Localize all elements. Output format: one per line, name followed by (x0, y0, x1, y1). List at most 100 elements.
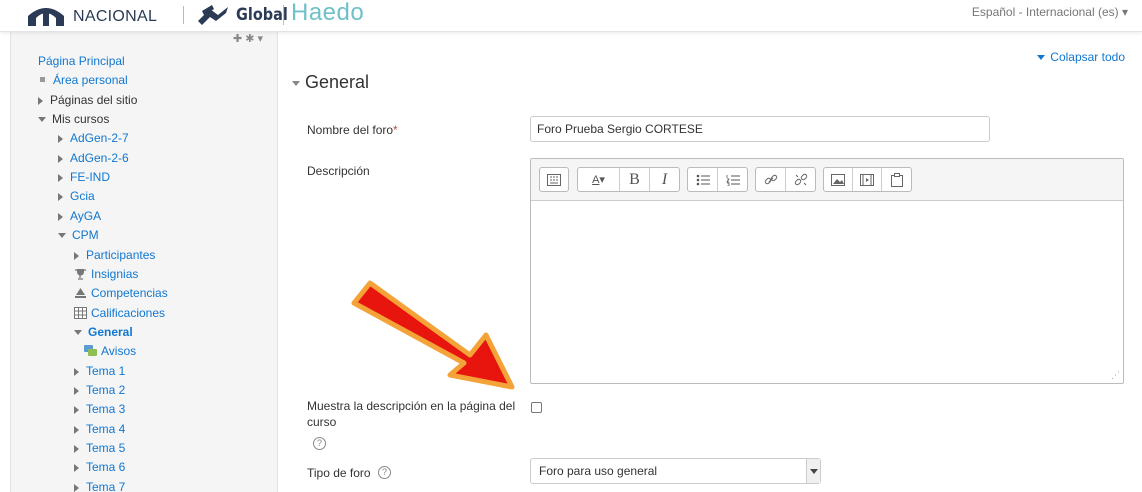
block-controls-icon[interactable]: ✚ ✱ ▾ (233, 32, 263, 45)
show-description-checkbox[interactable] (531, 402, 542, 413)
unlink-icon (794, 173, 807, 185)
chevron-right-icon (74, 425, 79, 434)
sidebar-item-label: Tema 6 (86, 460, 126, 474)
forum-name-input[interactable]: Foro Prueba Sergio CORTESE (530, 116, 990, 142)
chevron-down-icon (1037, 55, 1046, 61)
media-button[interactable] (853, 168, 882, 191)
chevron-right-icon (74, 386, 79, 395)
sidebar-item-calificaciones[interactable]: Calificaciones (74, 304, 165, 322)
sidebar-item-label: Avisos (101, 344, 137, 358)
sidebar-item-cpm[interactable]: CPM (58, 226, 99, 244)
chevron-right-icon (74, 444, 79, 453)
sidebar-item-participantes[interactable]: Participantes (74, 246, 155, 264)
brand-name: NACIONAL (73, 8, 158, 25)
sidebar-item-label: AdGen-2-7 (70, 131, 129, 145)
chevron-down-icon (38, 117, 46, 123)
chevron-right-icon (58, 173, 63, 182)
sidebar-item-mis-cursos[interactable]: Mis cursos (38, 110, 109, 128)
sidebar-item-label: Competencias (91, 286, 168, 300)
manage-files-button[interactable] (882, 168, 911, 191)
toolbar-toggle-button[interactable] (540, 168, 568, 191)
italic-button[interactable]: I (650, 168, 679, 191)
sidebar-item-tema-7[interactable]: Tema 7 (74, 478, 125, 492)
sidebar-item-label: Tema 5 (86, 441, 126, 455)
sidebar-item-páginas-del-sitio[interactable]: Páginas del sitio (38, 91, 137, 109)
sidebar-item-label: General (88, 325, 133, 339)
media-icon (860, 173, 874, 186)
sidebar-item-ayga[interactable]: AyGA (58, 207, 101, 225)
sidebar-item-competencias[interactable]: Competencias (74, 284, 168, 302)
sidebar-item-label: Participantes (86, 248, 156, 262)
help-icon[interactable]: ? (313, 437, 326, 450)
sidebar-item-label: FE-IND (70, 170, 110, 184)
toolbar-group-links (755, 167, 816, 192)
ordered-list-button[interactable] (718, 168, 747, 191)
sidebar-item-gcia[interactable]: Gcia (58, 187, 95, 205)
font-style-button[interactable]: A▾ (578, 168, 620, 191)
chevron-down-icon (74, 330, 82, 336)
link-button[interactable] (756, 168, 786, 191)
sidebar-item-label: Insignias (91, 267, 139, 281)
editor-toolbar: A▾ B I (531, 159, 1123, 201)
bullet-list-icon (696, 174, 710, 185)
sidebar-item-general[interactable]: General (74, 323, 133, 341)
collapse-all-link[interactable]: Colapsar todo (1037, 50, 1125, 64)
sidebar-item-avisos[interactable]: Avisos (84, 342, 136, 360)
toolbar-group-media (823, 167, 912, 192)
grades-icon (74, 306, 87, 319)
bold-button[interactable]: B (620, 168, 650, 191)
site-name[interactable]: Haedo (291, 0, 364, 27)
global-logo-icon (198, 5, 228, 25)
sidebar-item-fe-ind[interactable]: FE-IND (58, 168, 110, 186)
sidebar-item-área-personal[interactable]: Área personal (38, 71, 128, 89)
competencies-icon (75, 287, 86, 298)
sidebar-item-tema-5[interactable]: Tema 5 (74, 439, 125, 457)
sidebar-item-label: CPM (72, 228, 99, 242)
chevron-down-icon (292, 80, 300, 86)
forum-type-select[interactable]: Foro para uso general (530, 458, 821, 484)
unordered-list-button[interactable] (688, 168, 718, 191)
sidebar-item-label: AdGen-2-6 (70, 151, 129, 165)
toolbar-group-toggle (539, 167, 569, 192)
toolbar-group-text: A▾ B I (577, 167, 680, 192)
sidebar-item-página-principal[interactable]: Página Principal (38, 52, 125, 70)
section-title: General (305, 72, 370, 92)
chevron-right-icon (58, 192, 63, 201)
chevron-right-icon (38, 96, 43, 105)
sidebar-item-label: Tema 7 (86, 480, 126, 492)
keyboard-icon (547, 173, 561, 186)
sidebar-item-tema-6[interactable]: Tema 6 (74, 458, 125, 476)
sidebar-item-tema-3[interactable]: Tema 3 (74, 400, 125, 418)
sidebar-item-tema-4[interactable]: Tema 4 (74, 420, 125, 438)
sidebar-item-label: Tema 1 (86, 364, 126, 378)
institution-logo[interactable] (26, 4, 66, 26)
language-selector[interactable]: Español - Internacional (es) ▾ (972, 5, 1128, 19)
sidebar-item-label: Área personal (53, 73, 128, 87)
site-header: NACIONAL Global Haedo Español - Internac… (0, 0, 1142, 32)
navigation-block: ✚ ✱ ▾ Página Principal Área personal Págin… (10, 32, 278, 492)
sidebar-item-adgen-2-6[interactable]: AdGen-2-6 (58, 149, 129, 167)
show-description-label: Muestra la descripción en la página del … (307, 399, 516, 429)
sidebar-item-label: AyGA (70, 209, 102, 223)
section-header-general[interactable]: General (292, 72, 369, 93)
sidebar-item-adgen-2-7[interactable]: AdGen-2-7 (58, 129, 129, 147)
resize-handle-icon[interactable]: ⋰ (1111, 370, 1120, 381)
sidebar-item-tema-2[interactable]: Tema 2 (74, 381, 125, 399)
main-content: Colapsar todo General Nombre del foro* F… (279, 32, 1142, 492)
collapse-all-label: Colapsar todo (1050, 50, 1125, 64)
sidebar-item-insignias[interactable]: Insignias (74, 265, 138, 283)
sidebar-item-label: Mis cursos (52, 112, 110, 126)
sidebar-item-label: Tema 2 (86, 383, 126, 397)
chevron-down-icon (806, 459, 820, 483)
help-icon[interactable]: ? (378, 466, 391, 479)
sidebar-item-tema-1[interactable]: Tema 1 (74, 362, 125, 380)
description-editor[interactable]: A▾ B I ⋰ (530, 158, 1124, 384)
chevron-right-icon (58, 134, 63, 143)
header-divider (183, 6, 184, 24)
image-button[interactable] (824, 168, 853, 191)
forum-name-label-text: Nombre del foro (307, 123, 394, 137)
link-icon (764, 174, 777, 184)
chevron-right-icon (74, 251, 79, 260)
unlink-button[interactable] (786, 168, 815, 191)
global-label: Global (236, 5, 288, 25)
